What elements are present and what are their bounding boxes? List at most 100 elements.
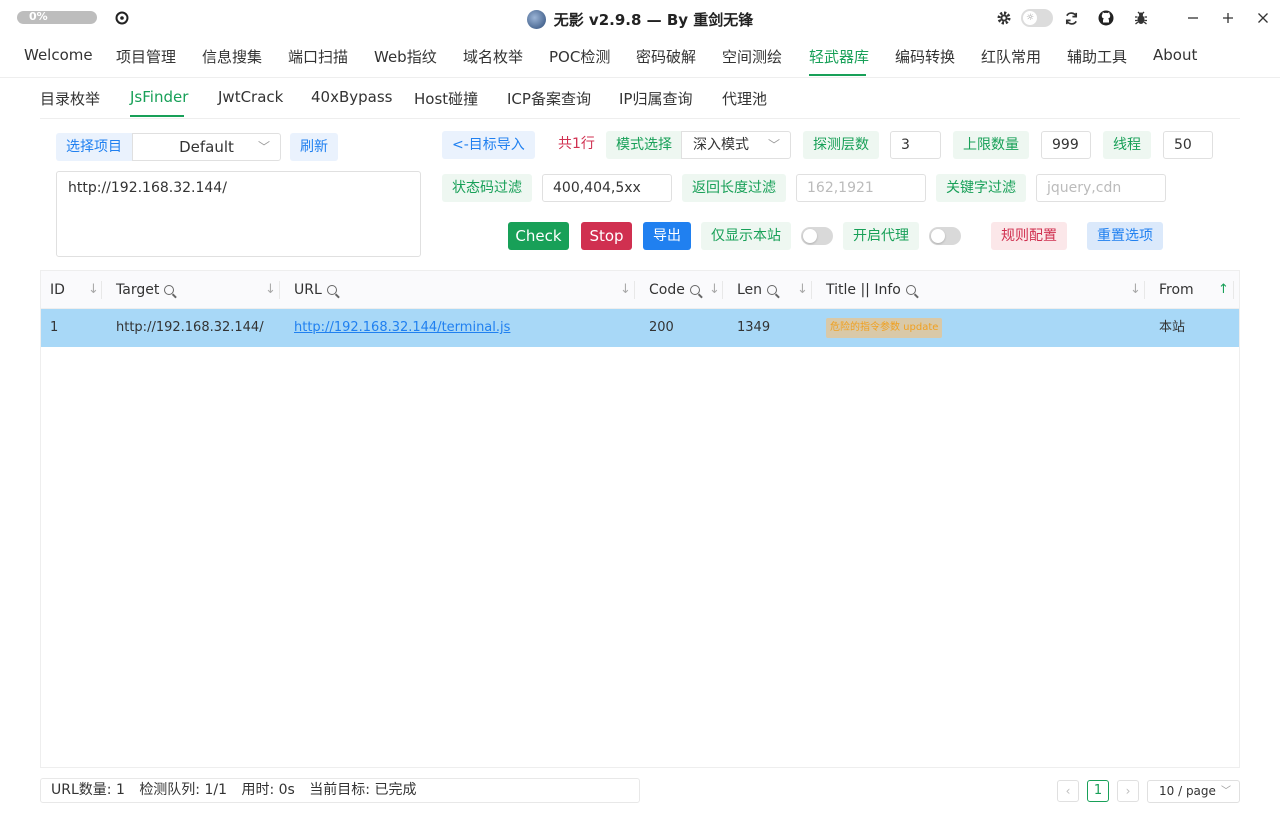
active-nav-indicator: [809, 74, 866, 76]
chevron-down-icon: ﹀: [767, 138, 780, 152]
close-icon[interactable]: [1254, 9, 1272, 27]
page-number-button[interactable]: 1: [1087, 780, 1109, 802]
tab-proxy-pool[interactable]: 代理池: [722, 88, 767, 109]
sort-arrow-down-icon[interactable]: ↓: [797, 271, 808, 309]
depth-label: 探测层数: [803, 131, 879, 159]
nav-web-fingerprint[interactable]: Web指纹: [374, 46, 437, 67]
only-site-toggle[interactable]: [801, 227, 833, 245]
sort-arrow-up-icon[interactable]: ↑: [1218, 271, 1229, 309]
page-size-value: 10 / page: [1159, 784, 1216, 798]
threads-label: 线程: [1103, 131, 1151, 159]
nav-domain-enum[interactable]: 域名枚举: [463, 46, 523, 67]
status-filter-input[interactable]: 400,404,5xx: [542, 174, 672, 202]
page-size-select[interactable]: 10 / page ﹀: [1147, 780, 1240, 803]
nav-info-gathering[interactable]: 信息搜集: [202, 46, 262, 67]
column-header-url: URL: [294, 282, 322, 298]
minimize-icon[interactable]: [1184, 9, 1202, 27]
github-icon[interactable]: [1097, 9, 1115, 27]
mode-value: 深入模式: [693, 137, 749, 153]
url-count: URL数量: 1: [51, 782, 125, 798]
status-filter-label: 状态码过滤: [442, 174, 532, 202]
tab-jsfinder[interactable]: JsFinder: [130, 88, 188, 106]
mode-label: 模式选择: [606, 131, 682, 159]
nav-welcome[interactable]: Welcome: [24, 46, 93, 64]
tab-host-collision[interactable]: Host碰撞: [414, 88, 478, 109]
nav-encoding[interactable]: 编码转换: [895, 46, 955, 67]
cell-id: 1: [50, 320, 59, 335]
sort-arrow-down-icon[interactable]: ↓: [88, 271, 99, 309]
project-select[interactable]: Default ﹀: [132, 133, 281, 161]
search-icon[interactable]: [905, 285, 916, 295]
target-textarea[interactable]: http://192.168.32.144/: [56, 171, 421, 257]
column-header-code: Code: [649, 282, 685, 298]
nav-redteam[interactable]: 红队常用: [981, 46, 1041, 67]
tab-jwtcrack[interactable]: JwtCrack: [218, 88, 283, 106]
cell-from: 本站: [1159, 320, 1186, 335]
tab-dir-enum[interactable]: 目录枚举: [40, 88, 100, 109]
main-nav: Welcome 项目管理 信息搜集 端口扫描 Web指纹 域名枚举 POC检测 …: [0, 36, 1280, 78]
column-header-title-info: Title || Info: [826, 282, 901, 298]
proxy-toggle[interactable]: [929, 227, 961, 245]
length-filter-input[interactable]: 162,1921: [796, 174, 926, 202]
threads-input[interactable]: 50: [1163, 131, 1213, 159]
only-site-label: 仅显示本站: [701, 222, 791, 250]
nav-space-mapping[interactable]: 空间测绘: [722, 46, 782, 67]
sort-arrow-down-icon[interactable]: ↓: [265, 271, 276, 309]
column-header-from[interactable]: From: [1159, 271, 1194, 309]
nav-port-scan[interactable]: 端口扫描: [288, 46, 348, 67]
line-count: 共1行: [558, 136, 595, 152]
import-target-button[interactable]: <-目标导入: [442, 131, 535, 159]
select-project-label: 选择项目: [56, 133, 132, 161]
stop-button[interactable]: Stop: [581, 222, 632, 250]
tab-40xbypass[interactable]: 40xBypass: [311, 88, 392, 106]
search-icon[interactable]: [326, 285, 337, 295]
tab-ip-location[interactable]: IP归属查询: [619, 88, 692, 109]
nav-aux-tools[interactable]: 辅助工具: [1067, 46, 1127, 67]
search-icon[interactable]: [689, 285, 700, 295]
search-icon[interactable]: [164, 285, 175, 295]
chevron-down-icon: ﹀: [257, 140, 270, 154]
search-icon[interactable]: [767, 285, 778, 295]
app-logo-icon: [526, 10, 546, 29]
refresh-button[interactable]: 刷新: [290, 133, 338, 161]
limit-input[interactable]: 999: [1041, 131, 1091, 159]
bug-icon[interactable]: [1132, 9, 1150, 27]
sort-arrow-down-icon[interactable]: ↓: [1130, 271, 1141, 309]
maximize-icon[interactable]: [1219, 9, 1237, 27]
results-table: ID ↓ Target ↓ URL ↓ Code ↓ Len ↓ Title |…: [40, 270, 1240, 768]
active-tab-indicator: [130, 115, 184, 117]
table-row[interactable]: 1 http://192.168.32.144/ http://192.168.…: [41, 309, 1239, 347]
depth-input[interactable]: 3: [890, 131, 941, 159]
rules-config-button[interactable]: 规则配置: [991, 222, 1067, 250]
sub-nav: 目录枚举 JsFinder JwtCrack 40xBypass Host碰撞 …: [40, 78, 1240, 119]
status-bar: URL数量: 1 检测队列: 1/1 用时: 0s 当前目标: 已完成: [40, 778, 640, 803]
title-bar: 0% 无影 v2.9.8 — By 重剑无锋 ☼: [0, 0, 1280, 36]
check-button[interactable]: Check: [508, 222, 569, 250]
sort-arrow-down-icon[interactable]: ↓: [620, 271, 631, 309]
info-tag: 危险的指令参数 update: [826, 318, 943, 338]
project-value: Default: [179, 138, 234, 156]
mode-select[interactable]: 深入模式 ﹀: [681, 131, 791, 159]
nav-poc-detect[interactable]: POC检测: [549, 46, 610, 67]
gear-icon[interactable]: [995, 9, 1013, 27]
cell-url-link[interactable]: http://192.168.32.144/terminal.js: [294, 309, 510, 347]
column-header-id[interactable]: ID: [50, 271, 65, 309]
reset-options-button[interactable]: 重置选项: [1087, 222, 1163, 250]
export-button[interactable]: 导出: [643, 222, 691, 250]
refresh-icon[interactable]: [1062, 9, 1080, 27]
nav-project-management[interactable]: 项目管理: [116, 46, 176, 67]
cell-len: 1349: [737, 320, 771, 335]
nav-password-crack[interactable]: 密码破解: [636, 46, 696, 67]
prev-page-button[interactable]: ‹: [1057, 780, 1079, 802]
app-title: 无影 v2.9.8 — By 重剑无锋: [553, 11, 754, 29]
nav-light-arsenal[interactable]: 轻武器库: [809, 46, 869, 67]
chevron-down-icon: ﹀: [1221, 786, 1231, 797]
nav-about[interactable]: About: [1153, 46, 1197, 64]
tab-icp-lookup[interactable]: ICP备案查询: [507, 88, 591, 109]
theme-toggle[interactable]: ☼: [1021, 9, 1053, 27]
sort-arrow-down-icon[interactable]: ↓: [709, 271, 720, 309]
keyword-filter-input[interactable]: jquery,cdn: [1036, 174, 1166, 202]
limit-label: 上限数量: [953, 131, 1029, 159]
next-page-button[interactable]: ›: [1117, 780, 1139, 802]
column-header-target: Target: [116, 282, 160, 298]
